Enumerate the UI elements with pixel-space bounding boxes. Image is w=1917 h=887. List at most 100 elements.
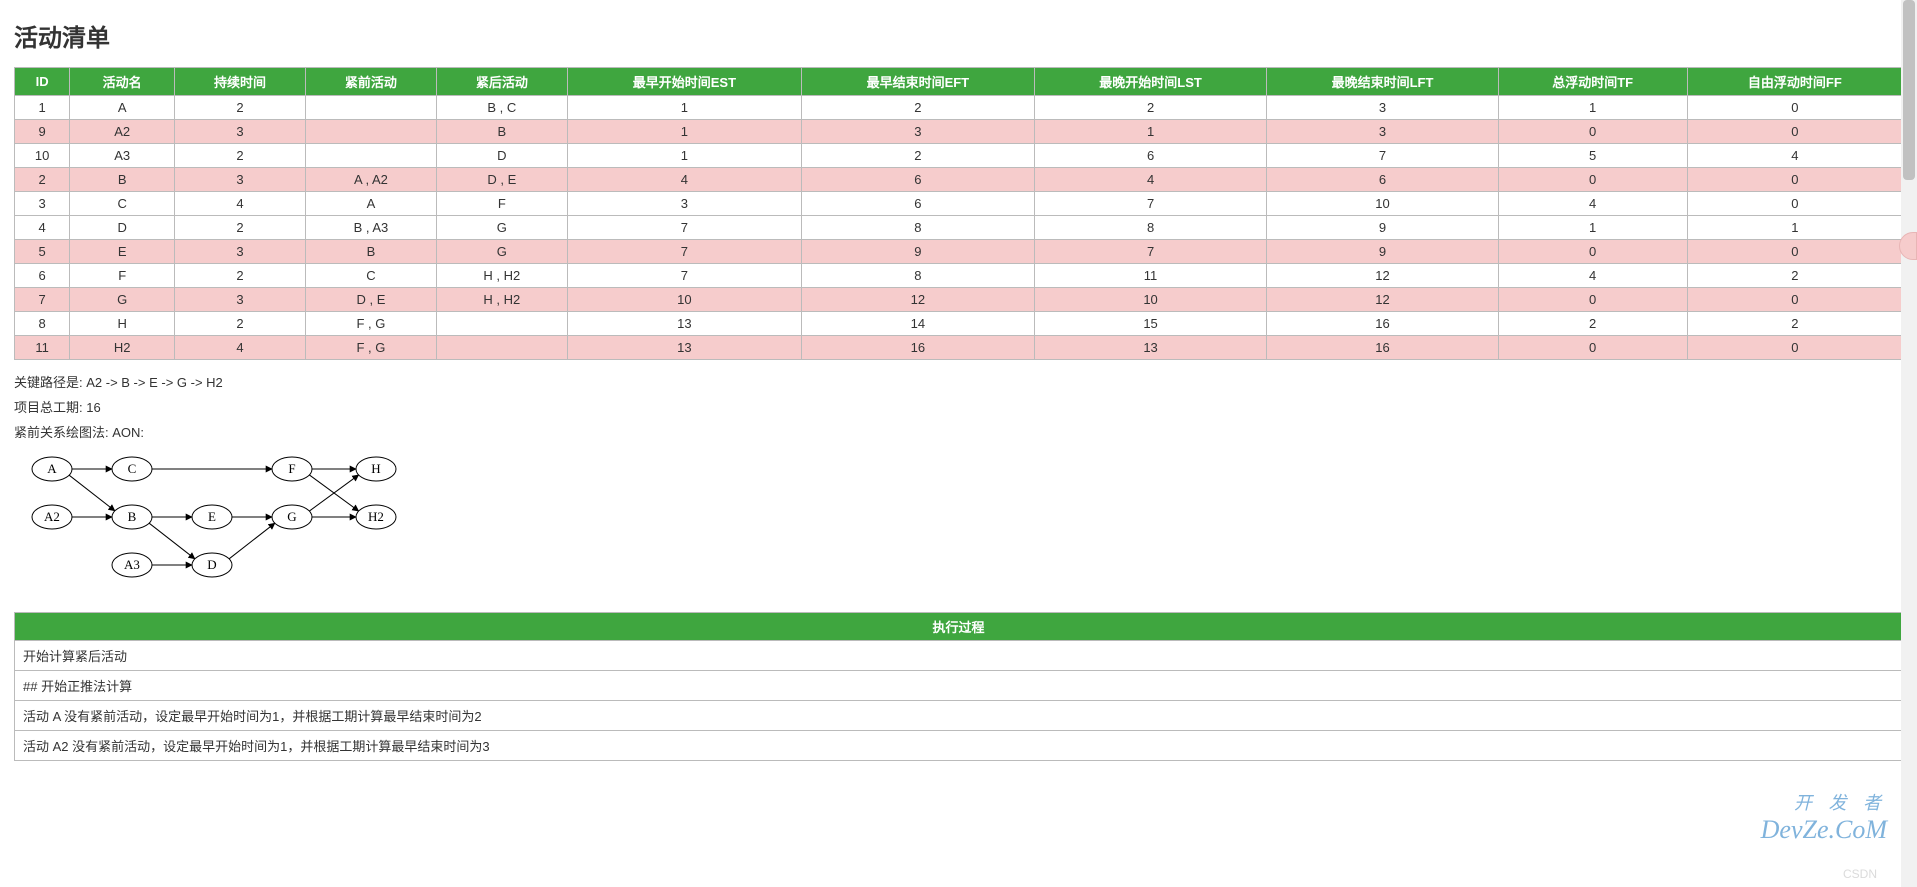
aon-node-label: E [208, 509, 216, 524]
table-cell: 4 [175, 336, 306, 360]
table-row: 10A32D126754 [15, 144, 1903, 168]
table-cell: H [70, 312, 175, 336]
table-cell [305, 96, 436, 120]
watermark-csdn: CSDN [1843, 867, 1877, 881]
table-cell: 13 [567, 312, 801, 336]
aon-node-label: C [128, 461, 137, 476]
table-cell: 8 [15, 312, 70, 336]
table-cell: H , H2 [436, 264, 567, 288]
table-cell: 4 [15, 216, 70, 240]
table-cell: B , A3 [305, 216, 436, 240]
table-cell: H , H2 [436, 288, 567, 312]
execution-log-table: 执行过程 开始计算紧后活动## 开始正推法计算活动 A 没有紧前活动，设定最早开… [14, 612, 1903, 761]
table-cell: 3 [1267, 120, 1498, 144]
table-cell: 3 [175, 240, 306, 264]
table-header-cell: 紧后活动 [436, 68, 567, 96]
table-cell: 8 [1034, 216, 1267, 240]
table-cell: 10 [567, 288, 801, 312]
table-cell: 2 [175, 96, 306, 120]
log-cell: 开始计算紧后活动 [15, 641, 1903, 671]
scrollbar-thumb[interactable] [1903, 0, 1915, 180]
table-cell: 3 [175, 120, 306, 144]
watermark-devze: 开 发 者 DevZe.CoM [1761, 789, 1887, 845]
table-cell: 4 [175, 192, 306, 216]
table-cell: A [305, 192, 436, 216]
table-cell: 14 [802, 312, 1035, 336]
table-cell: 10 [1034, 288, 1267, 312]
table-cell: 6 [15, 264, 70, 288]
table-cell: 6 [1267, 168, 1498, 192]
scrollbar-track[interactable] [1901, 0, 1917, 887]
table-header-cell: 最晚开始时间LST [1034, 68, 1267, 96]
table-cell: 2 [15, 168, 70, 192]
table-row: 4D2B , A3G788911 [15, 216, 1903, 240]
table-cell: H2 [70, 336, 175, 360]
table-row: 11H24F , G1316131600 [15, 336, 1903, 360]
table-row: 8H2F , G1314151622 [15, 312, 1903, 336]
table-cell [305, 144, 436, 168]
table-cell: 2 [1687, 312, 1902, 336]
table-cell: F , G [305, 312, 436, 336]
table-cell: 4 [1034, 168, 1267, 192]
table-header-cell: ID [15, 68, 70, 96]
table-cell: 6 [1034, 144, 1267, 168]
table-cell: A , A2 [305, 168, 436, 192]
table-cell: 7 [1267, 144, 1498, 168]
table-cell: D [70, 216, 175, 240]
table-cell: 1 [1498, 216, 1687, 240]
table-cell: 10 [1267, 192, 1498, 216]
table-cell: 1 [567, 96, 801, 120]
table-cell: C [70, 192, 175, 216]
table-cell: 8 [802, 216, 1035, 240]
table-cell: 2 [1498, 312, 1687, 336]
table-row: 7G3D , EH , H21012101200 [15, 288, 1903, 312]
table-cell: F [70, 264, 175, 288]
table-cell: 1 [1687, 216, 1902, 240]
table-cell: 0 [1687, 120, 1902, 144]
table-cell: 7 [1034, 192, 1267, 216]
table-cell: 7 [15, 288, 70, 312]
table-cell: 2 [175, 312, 306, 336]
aon-edge [229, 523, 275, 559]
table-cell: 4 [1498, 264, 1687, 288]
critical-path-text: 关键路径是: A2 -> B -> E -> G -> H2 [14, 372, 1903, 391]
table-cell: 4 [1498, 192, 1687, 216]
table-cell: A2 [70, 120, 175, 144]
table-cell: 3 [567, 192, 801, 216]
table-cell: 2 [802, 96, 1035, 120]
table-cell: 16 [1267, 336, 1498, 360]
table-cell: 13 [567, 336, 801, 360]
table-cell: 5 [15, 240, 70, 264]
table-row: 3C4AF3671040 [15, 192, 1903, 216]
table-cell: 3 [175, 288, 306, 312]
table-cell: 6 [802, 192, 1035, 216]
table-cell: 0 [1687, 96, 1902, 120]
project-duration-text: 项目总工期: 16 [14, 397, 1903, 416]
table-cell: C [305, 264, 436, 288]
table-cell: 8 [802, 264, 1035, 288]
table-cell: B [70, 168, 175, 192]
table-header-cell: 活动名 [70, 68, 175, 96]
aon-node-label: F [288, 461, 295, 476]
log-cell: ## 开始正推法计算 [15, 671, 1903, 701]
table-row: 1A2B , C122310 [15, 96, 1903, 120]
table-cell: G [70, 288, 175, 312]
activity-table: ID活动名持续时间紧前活动紧后活动最早开始时间EST最早结束时间EFT最晚开始时… [14, 67, 1903, 360]
table-cell: 0 [1498, 120, 1687, 144]
table-cell: 16 [802, 336, 1035, 360]
table-cell: 9 [802, 240, 1035, 264]
table-row: 2B3A , A2D , E464600 [15, 168, 1903, 192]
table-cell: 4 [567, 168, 801, 192]
table-cell [305, 120, 436, 144]
aon-diagram: ACFHA2BEGH2A3D [14, 449, 1903, 592]
table-header-cell: 最早开始时间EST [567, 68, 801, 96]
table-cell: 1 [567, 120, 801, 144]
table-cell: F , G [305, 336, 436, 360]
table-cell: 11 [1034, 264, 1267, 288]
table-cell: 9 [1267, 240, 1498, 264]
table-header-cell: 紧前活动 [305, 68, 436, 96]
table-row: 9A23B131300 [15, 120, 1903, 144]
table-cell: 12 [802, 288, 1035, 312]
table-cell: 3 [15, 192, 70, 216]
aon-node-label: A [47, 461, 57, 476]
